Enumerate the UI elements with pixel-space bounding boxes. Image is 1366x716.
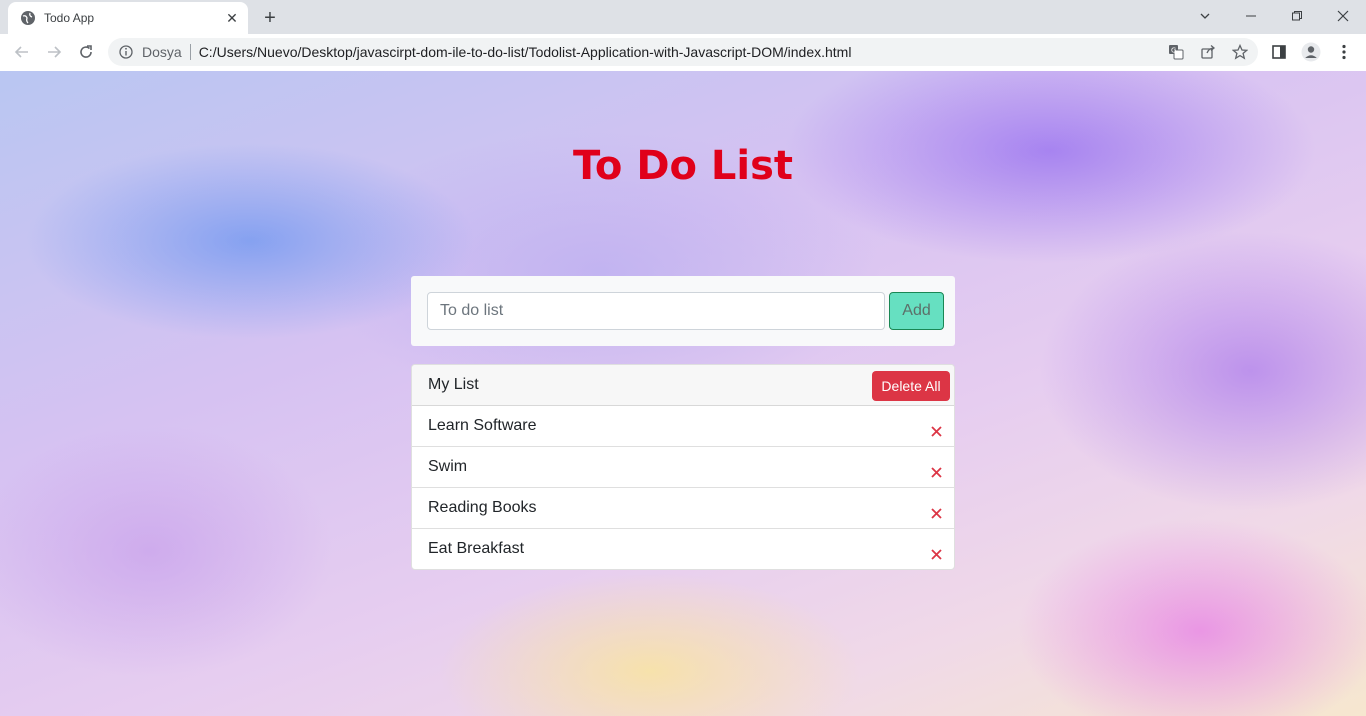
back-arrow-icon[interactable] bbox=[8, 38, 36, 66]
minimize-icon[interactable] bbox=[1228, 0, 1274, 32]
close-icon[interactable] bbox=[930, 507, 942, 519]
list-header: My List Delete All bbox=[412, 365, 954, 406]
window-close-icon[interactable] bbox=[1320, 0, 1366, 32]
list-item: Reading Books bbox=[412, 488, 954, 529]
list-item-label: Swim bbox=[428, 458, 468, 475]
browser-tab[interactable]: Todo App ✕ bbox=[8, 2, 248, 34]
page-viewport: To Do List Add My List Delete All Learn … bbox=[0, 71, 1366, 716]
list-item: Eat Breakfast bbox=[412, 529, 954, 569]
url-text[interactable]: C:/Users/Nuevo/Desktop/javascirpt-dom-il… bbox=[199, 44, 852, 60]
close-icon[interactable] bbox=[930, 425, 942, 437]
list-item-label: Eat Breakfast bbox=[428, 540, 525, 557]
translate-icon[interactable]: G bbox=[1162, 38, 1190, 66]
list-item: Learn Software bbox=[412, 406, 954, 447]
todo-input[interactable] bbox=[427, 292, 885, 330]
share-icon[interactable] bbox=[1194, 38, 1222, 66]
address-separator bbox=[189, 44, 191, 60]
tab-search-chevron-icon[interactable] bbox=[1182, 0, 1228, 32]
tab-title: Todo App bbox=[44, 11, 95, 25]
profile-avatar-icon[interactable] bbox=[1297, 38, 1325, 66]
address-bar[interactable]: Dosya C:/Users/Nuevo/Desktop/javascirpt-… bbox=[108, 38, 1258, 66]
delete-all-button[interactable]: Delete All bbox=[872, 371, 950, 401]
input-card: Add bbox=[411, 276, 955, 346]
list-title: My List bbox=[428, 376, 479, 393]
kebab-menu-icon[interactable] bbox=[1330, 38, 1358, 66]
side-panel-icon[interactable] bbox=[1265, 38, 1293, 66]
tab-close-icon[interactable]: ✕ bbox=[222, 8, 242, 28]
list-item: Swim bbox=[412, 447, 954, 488]
new-tab-plus-icon[interactable]: + bbox=[258, 6, 282, 30]
info-icon[interactable] bbox=[118, 44, 134, 60]
site-label: Dosya bbox=[142, 44, 182, 60]
restore-icon[interactable] bbox=[1274, 0, 1320, 32]
svg-text:G: G bbox=[1171, 47, 1176, 55]
list-item-label: Learn Software bbox=[428, 417, 537, 434]
browser-tab-bar: Todo App ✕ + bbox=[0, 0, 1366, 34]
list-item-label: Reading Books bbox=[428, 499, 537, 516]
globe-icon bbox=[20, 10, 36, 26]
browser-toolbar: Dosya C:/Users/Nuevo/Desktop/javascirpt-… bbox=[0, 34, 1366, 72]
todo-list-card: My List Delete All Learn Software Swim R… bbox=[411, 364, 955, 570]
reload-icon[interactable] bbox=[72, 38, 100, 66]
close-icon[interactable] bbox=[930, 548, 942, 560]
add-button[interactable]: Add bbox=[889, 292, 944, 330]
bookmark-star-icon[interactable] bbox=[1226, 38, 1254, 66]
forward-arrow-icon[interactable] bbox=[40, 38, 68, 66]
page-title: To Do List bbox=[572, 143, 794, 189]
close-icon[interactable] bbox=[930, 466, 942, 478]
